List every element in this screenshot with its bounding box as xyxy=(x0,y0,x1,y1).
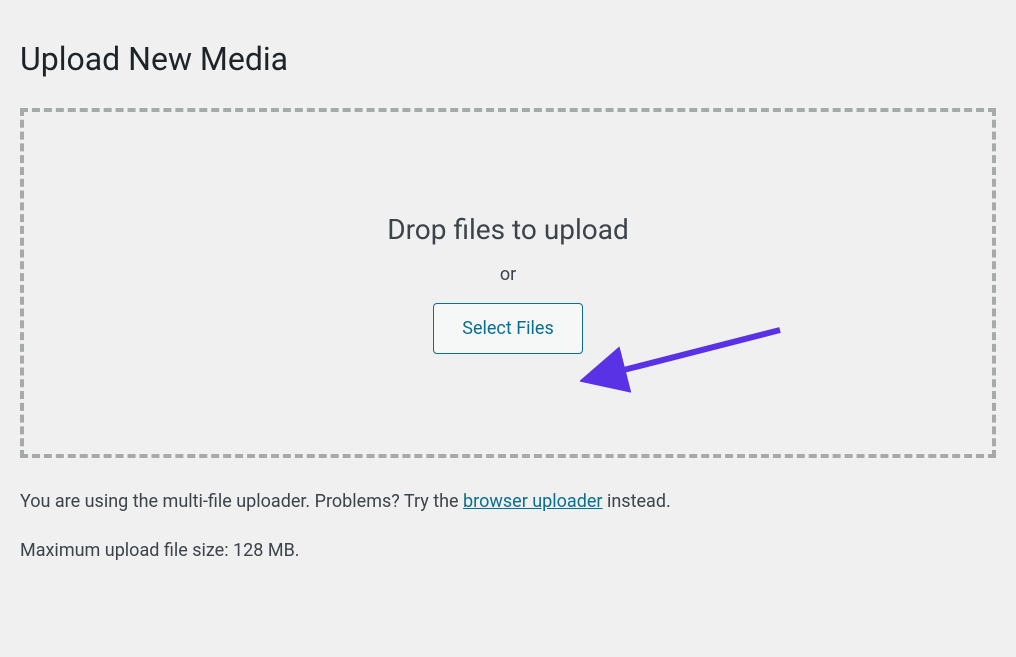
uploader-info-prefix: You are using the multi-file uploader. P… xyxy=(20,491,463,512)
page-title: Upload New Media xyxy=(20,40,996,78)
select-files-button[interactable]: Select Files xyxy=(433,303,582,354)
or-separator-text: or xyxy=(500,264,516,285)
drop-instruction-text: Drop files to upload xyxy=(387,213,629,246)
browser-uploader-link[interactable]: browser uploader xyxy=(463,491,602,512)
max-upload-size-text: Maximum upload file size: 128 MB. xyxy=(20,537,996,566)
upload-dropzone[interactable]: Drop files to upload or Select Files xyxy=(20,108,996,458)
uploader-info: You are using the multi-file uploader. P… xyxy=(20,488,996,566)
uploader-info-suffix: instead. xyxy=(603,491,671,512)
